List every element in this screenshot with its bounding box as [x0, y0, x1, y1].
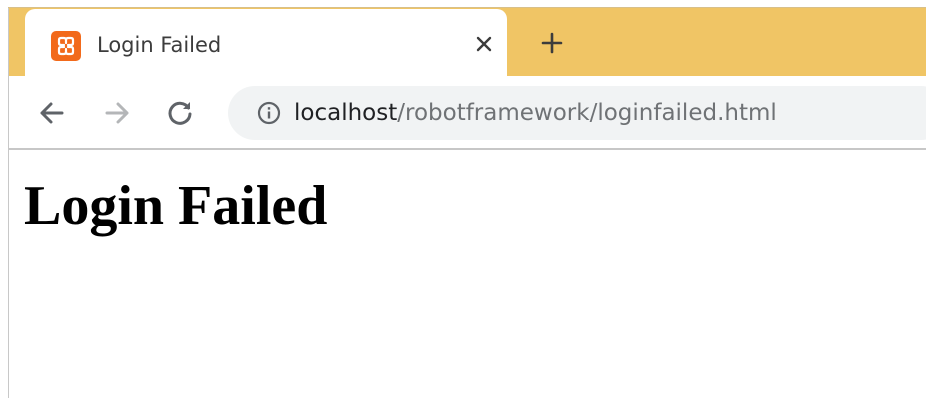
browser-toolbar: localhost/robotframework/loginfailed.htm… [9, 76, 926, 148]
url-host: localhost [294, 100, 398, 126]
tab-strip: Login Failed [9, 8, 926, 76]
url-text[interactable]: localhost/robotframework/loginfailed.htm… [294, 99, 777, 127]
tab-title: Login Failed [97, 33, 222, 57]
url-path: /robotframework/loginfailed.html [397, 100, 777, 126]
page-heading: Login Failed [24, 175, 328, 237]
arrow-right-icon[interactable] [100, 96, 134, 130]
page-content: Login Failed [9, 150, 926, 398]
browser-window: Login Failed localhost/robotframework/lo… [0, 0, 926, 398]
address-bar[interactable]: localhost/robotframework/loginfailed.htm… [228, 86, 926, 140]
reload-icon[interactable] [163, 96, 197, 130]
plus-icon[interactable] [537, 28, 567, 58]
info-icon[interactable] [256, 100, 282, 126]
arrow-left-icon[interactable] [35, 96, 69, 130]
tab-login-failed[interactable]: Login Failed [25, 9, 507, 76]
xampp-icon [51, 31, 81, 61]
close-icon[interactable] [471, 31, 497, 57]
